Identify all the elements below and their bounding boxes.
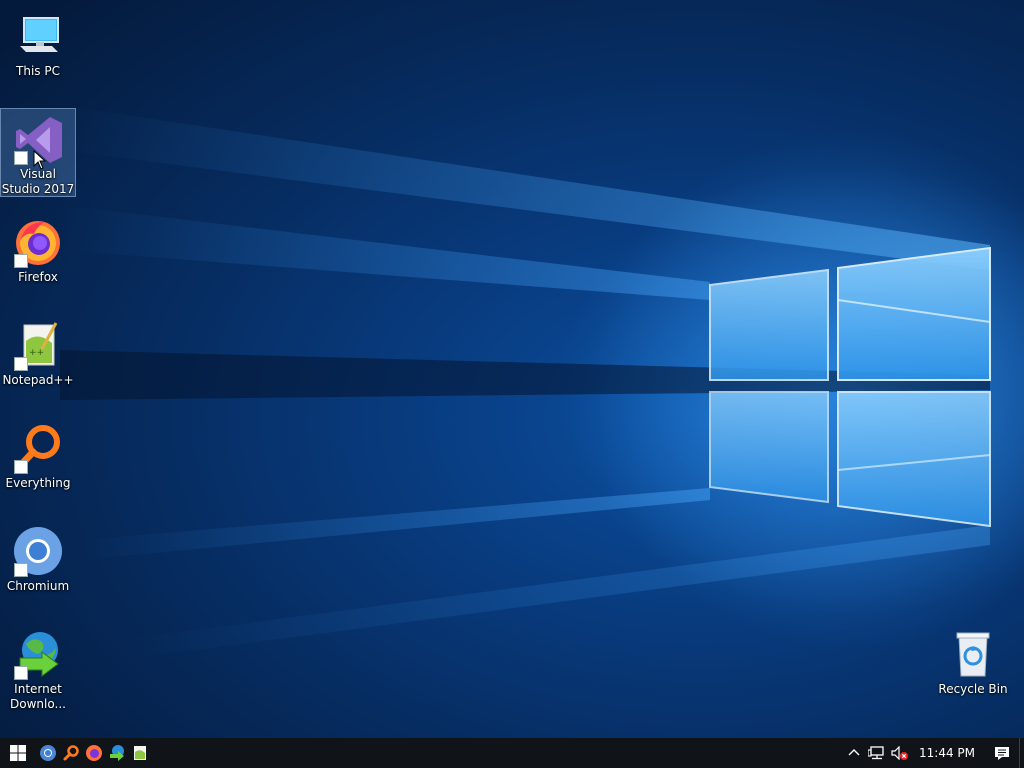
mouse-cursor-icon <box>33 150 47 170</box>
chevron-up-icon <box>848 749 860 756</box>
desktop-icon-label: This PC <box>16 64 60 78</box>
desktop-icon-label: Internet Downlo... <box>10 682 66 711</box>
taskbar-firefox-button[interactable] <box>82 738 105 768</box>
taskbar-chromium-button[interactable] <box>36 738 59 768</box>
taskbar-notepadpp-button[interactable] <box>128 738 151 768</box>
show-desktop-button[interactable] <box>1019 738 1024 768</box>
firefox-icon <box>85 745 102 761</box>
desktop: This PC Visual Studio 2017 Firefox ++ No… <box>0 0 1024 768</box>
firefox-icon <box>12 216 64 268</box>
desktop-icon-this-pc[interactable]: This PC <box>1 6 75 79</box>
desktop-icon-notepadpp[interactable]: ++ Notepad++ <box>1 315 75 388</box>
volume-muted-icon <box>891 746 908 760</box>
shortcut-arrow-icon <box>14 357 28 371</box>
everything-icon <box>63 745 79 761</box>
desktop-icon-internet-download-manager[interactable]: Internet Downlo... <box>1 624 75 712</box>
desktop-icon-label: Chromium <box>6 579 70 593</box>
shortcut-arrow-icon <box>14 563 28 577</box>
internet-download-manager-icon <box>12 628 64 680</box>
shortcut-arrow-icon <box>14 460 28 474</box>
recycle-bin-icon <box>947 628 999 680</box>
desktop-icon-everything[interactable]: Everything <box>1 418 75 491</box>
taskbar: 11:44 PM <box>0 738 1024 768</box>
svg-text:++: ++ <box>29 348 44 358</box>
system-tray: 11:44 PM <box>843 738 1024 768</box>
volume-button[interactable] <box>889 738 911 768</box>
desktop-icon-label: Everything <box>5 476 71 490</box>
taskbar-everything-button[interactable] <box>59 738 82 768</box>
chromium-icon <box>12 525 64 577</box>
show-hidden-icons-button[interactable] <box>843 738 865 768</box>
start-button[interactable] <box>0 738 36 768</box>
network-button[interactable] <box>865 738 889 768</box>
desktop-icon-label: Recycle Bin <box>938 682 1008 696</box>
network-icon <box>868 746 884 760</box>
desktop-icon-label: Visual Studio 2017 <box>1 167 75 196</box>
everything-icon <box>12 422 64 474</box>
action-center-icon <box>995 746 1009 760</box>
desktop-icon-label: Notepad++ <box>2 373 74 387</box>
wallpaper <box>0 0 1024 738</box>
notepadpp-icon <box>133 746 146 760</box>
notepadpp-icon: ++ <box>12 319 64 371</box>
chromium-icon <box>39 745 56 761</box>
shortcut-arrow-icon <box>14 666 28 680</box>
clock[interactable]: 11:44 PM <box>911 738 985 768</box>
windows-logo-icon <box>10 745 26 761</box>
taskbar-internet-download-manager-button[interactable] <box>105 738 128 768</box>
desktop-icon-chromium[interactable]: Chromium <box>1 521 75 594</box>
shortcut-arrow-icon <box>14 151 28 165</box>
desktop-icon-firefox[interactable]: Firefox <box>1 212 75 285</box>
desktop-icon-label: Firefox <box>18 270 58 284</box>
action-center-button[interactable] <box>985 738 1019 768</box>
shortcut-arrow-icon <box>14 254 28 268</box>
internet-download-manager-icon <box>109 745 124 761</box>
desktop-icon-recycle-bin[interactable]: Recycle Bin <box>936 624 1010 697</box>
this-pc-icon <box>12 10 64 62</box>
